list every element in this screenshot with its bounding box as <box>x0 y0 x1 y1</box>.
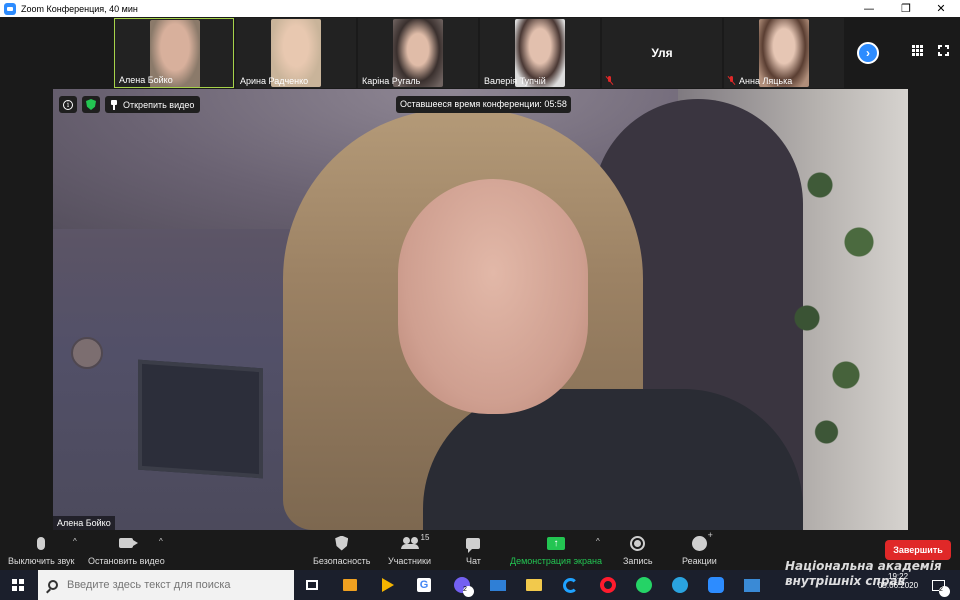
search-icon <box>48 580 58 590</box>
participant-strip: Алена Бойко Арина Радченко Каріна Ругаль… <box>0 17 960 89</box>
share-options-caret[interactable]: ^ <box>596 537 600 546</box>
viber-badge: 2 <box>463 586 474 597</box>
photos-icon[interactable] <box>742 575 762 595</box>
meeting-info-button[interactable]: i <box>59 96 77 113</box>
chat-icon <box>466 537 481 553</box>
zoom-window: Zoom Конференция, 40 мин — ❐ ✕ Алена Бой… <box>0 0 960 600</box>
video-options-caret[interactable]: ^ <box>159 537 163 546</box>
muted-mic-icon <box>728 76 735 85</box>
record-button[interactable]: Запись <box>623 533 653 566</box>
store-icon[interactable] <box>340 575 360 595</box>
reactions-button[interactable]: Реакции <box>682 530 717 567</box>
participant-name: Каріна Ругаль <box>362 76 421 86</box>
zoom-logo-icon <box>4 2 16 15</box>
chevron-right-icon: › <box>866 46 870 60</box>
task-view-icon[interactable] <box>302 575 322 595</box>
participant-thumb-anna[interactable]: Анна Ляцька <box>724 18 844 88</box>
taskbar-search[interactable] <box>38 570 294 600</box>
encryption-indicator[interactable] <box>82 96 100 113</box>
info-icon: i <box>63 99 73 110</box>
mail-icon[interactable] <box>488 575 508 595</box>
viber-icon[interactable]: 2 <box>452 575 474 597</box>
whatsapp-icon[interactable] <box>634 575 654 595</box>
participant-name: Арина Радченко <box>240 76 309 86</box>
unpin-video-button[interactable]: Открепить видео <box>105 96 201 113</box>
muted-mic-icon <box>606 76 613 85</box>
participant-thumb-alena[interactable]: Алена Бойко <box>114 18 234 88</box>
shield-icon <box>335 535 349 551</box>
participant-name: Алена Бойко <box>119 75 173 85</box>
zoom-taskbar-icon[interactable] <box>706 575 726 595</box>
participant-name: Анна Ляцька <box>739 76 793 86</box>
share-screen-button[interactable]: ↑ Демонстрация экрана <box>510 533 602 566</box>
maximize-button[interactable]: ❐ <box>889 0 923 17</box>
next-page-button[interactable]: › <box>857 42 879 64</box>
file-explorer-icon[interactable] <box>524 575 544 595</box>
time-remaining-banner: Оставшееся время конференции: 05:58 <box>396 96 571 113</box>
main-speaker-video <box>53 89 908 530</box>
pin-icon <box>111 99 117 110</box>
close-button[interactable]: ✕ <box>924 0 958 17</box>
end-meeting-button[interactable]: Завершить <box>885 540 951 560</box>
shield-check-icon <box>86 99 96 110</box>
gallery-view-icon[interactable] <box>912 45 923 56</box>
windows-start-icon[interactable] <box>12 579 24 591</box>
participants-button[interactable]: 15 Участники <box>388 533 431 566</box>
share-screen-icon: ↑ <box>546 536 565 550</box>
google-icon[interactable]: G <box>414 575 434 595</box>
camera-icon <box>119 538 139 548</box>
window-title: Zoom Конференция, 40 мин <box>21 3 138 14</box>
chat-button[interactable]: Чат <box>466 533 481 566</box>
emoji-icon <box>691 530 713 551</box>
record-icon <box>630 535 646 551</box>
edge-icon[interactable] <box>560 575 580 595</box>
watermark-text: Національна академія внутрішніх справ <box>785 559 942 588</box>
participant-name-large: Уля <box>651 46 673 60</box>
minimize-button[interactable]: — <box>852 0 886 17</box>
opera-icon[interactable] <box>598 575 618 595</box>
microphone-icon <box>37 536 46 550</box>
participants-count: 15 <box>420 533 430 542</box>
participant-thumb-valeria[interactable]: Валерія Тупчій <box>480 18 600 88</box>
title-bar: Zoom Конференция, 40 мин — ❐ ✕ <box>0 0 960 17</box>
media-player-icon[interactable] <box>378 575 398 595</box>
security-button[interactable]: Безопасность <box>313 533 370 566</box>
mute-button[interactable]: Выключить звук <box>8 533 75 566</box>
fullscreen-icon[interactable] <box>938 45 949 56</box>
speaker-name-label: Алена Бойко <box>53 516 115 530</box>
participant-thumb-karina[interactable]: Каріна Ругаль <box>358 18 478 88</box>
telegram-icon[interactable] <box>670 575 690 595</box>
participant-thumb-arina[interactable]: Арина Радченко <box>236 18 356 88</box>
stop-video-button[interactable]: Остановить видео <box>88 533 165 566</box>
participant-thumb-ulya[interactable]: Уля <box>602 18 722 88</box>
participant-name: Валерія Тупчій <box>484 76 546 86</box>
taskbar-search-input[interactable] <box>67 579 287 591</box>
audio-options-caret[interactable]: ^ <box>73 537 77 546</box>
participants-icon <box>400 537 419 549</box>
